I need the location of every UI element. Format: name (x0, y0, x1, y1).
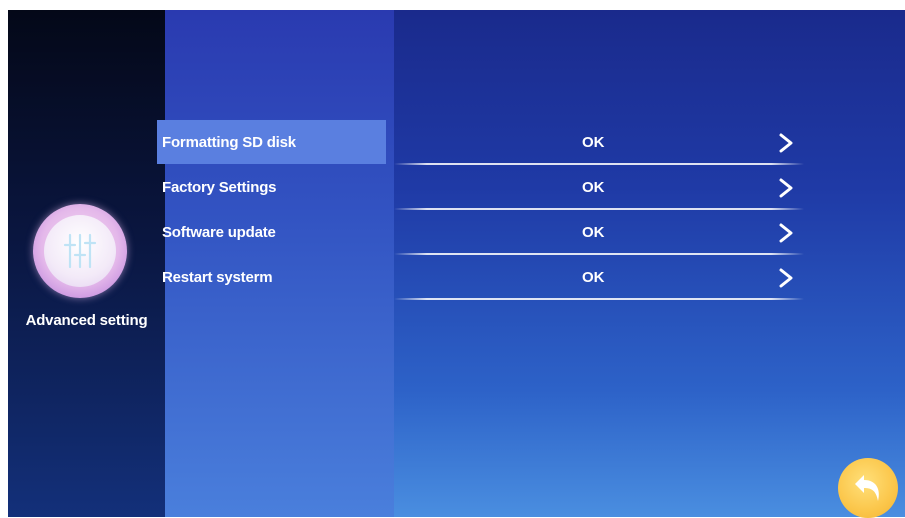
chevron-right-icon[interactable] (777, 267, 795, 289)
category-sidebar: Advanced setting (8, 10, 165, 517)
ok-button-formatting-sd-disk[interactable]: OK (582, 134, 605, 151)
chevron-right-icon[interactable] (777, 222, 795, 244)
menu-item-label: Formatting SD disk (162, 134, 296, 151)
category-label: Advanced setting (25, 312, 148, 329)
ok-button-software-update[interactable]: OK (582, 224, 605, 241)
menu-item-restart-system[interactable]: Restart systerm (157, 255, 386, 299)
ok-button-restart-system[interactable]: OK (582, 269, 605, 286)
advanced-setting-button[interactable] (33, 204, 127, 298)
screen: Advanced setting (8, 10, 905, 517)
row-divider (394, 253, 804, 255)
menu-item-label: Restart systerm (162, 269, 273, 286)
chevron-right-icon[interactable] (777, 132, 795, 154)
row-divider (394, 163, 804, 165)
back-button[interactable] (838, 458, 898, 518)
back-arrow-icon (855, 475, 879, 501)
menu-item-formatting-sd-disk[interactable]: Formatting SD disk (157, 120, 386, 164)
menu-item-software-update[interactable]: Software update (157, 210, 386, 254)
sliders-icon (63, 233, 97, 269)
row-divider (394, 208, 804, 210)
menu-item-label: Factory Settings (162, 179, 277, 196)
menu-item-label: Software update (162, 224, 276, 241)
chevron-right-icon[interactable] (777, 177, 795, 199)
ok-button-factory-settings[interactable]: OK (582, 179, 605, 196)
row-divider (394, 298, 804, 300)
menu-item-factory-settings[interactable]: Factory Settings (157, 165, 386, 209)
